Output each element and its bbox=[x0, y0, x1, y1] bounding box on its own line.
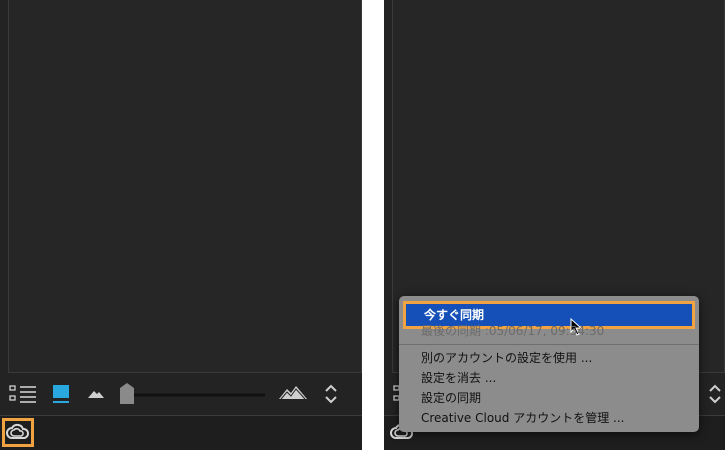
library-toolbar bbox=[0, 376, 362, 412]
library-content-area bbox=[8, 0, 362, 373]
left-panel bbox=[0, 0, 362, 450]
menu-separator bbox=[399, 344, 699, 345]
menu-item-clear-settings[interactable]: 設定を消去 ... bbox=[399, 368, 699, 388]
menu-item-manage-account[interactable]: Creative Cloud アカウントを管理 ... bbox=[399, 408, 699, 428]
slider-thumb[interactable] bbox=[120, 383, 134, 404]
menu-item-last-sync: 最後の同期 :05/06/17, 09:54:30 bbox=[399, 321, 699, 341]
sort-order-button[interactable] bbox=[322, 382, 340, 406]
creative-cloud-icon bbox=[6, 423, 30, 439]
status-bar bbox=[0, 415, 362, 450]
chevron-updown-icon bbox=[325, 384, 337, 404]
menu-item-label: Creative Cloud アカウントを管理 ... bbox=[421, 411, 625, 425]
grid-view-button[interactable] bbox=[50, 383, 72, 405]
chevron-updown-icon bbox=[709, 384, 721, 404]
increase-thumbnail-button[interactable] bbox=[278, 383, 308, 403]
grid-view-icon bbox=[53, 385, 69, 403]
creative-cloud-sync-button[interactable] bbox=[2, 418, 34, 447]
menu-item-label: 設定の同期 bbox=[421, 391, 482, 405]
sort-order-button-right[interactable] bbox=[706, 382, 724, 406]
menu-item-label: 今すぐ同期 bbox=[424, 308, 485, 322]
menu-item-label: 最後の同期 :05/06/17, 09:54:30 bbox=[421, 324, 605, 338]
menu-item-use-other-account[interactable]: 別のアカウントの設定を使用 ... bbox=[399, 348, 699, 368]
menu-item-sync-settings[interactable]: 設定の同期 bbox=[399, 388, 699, 408]
list-view-icon bbox=[9, 385, 36, 403]
thumbnail-size-slider[interactable] bbox=[115, 382, 270, 406]
sync-context-menu: 今すぐ同期 最後の同期 :05/06/17, 09:54:30 別のアカウントの… bbox=[399, 296, 699, 432]
decrease-thumbnail-button[interactable] bbox=[87, 386, 105, 400]
menu-item-label: 設定を消去 ... bbox=[421, 371, 497, 385]
small-mountain-icon bbox=[88, 391, 104, 398]
list-view-button[interactable] bbox=[8, 384, 38, 404]
large-mountain-icon bbox=[279, 386, 307, 400]
divider bbox=[362, 0, 384, 450]
menu-item-label: 別のアカウントの設定を使用 ... bbox=[421, 351, 593, 365]
